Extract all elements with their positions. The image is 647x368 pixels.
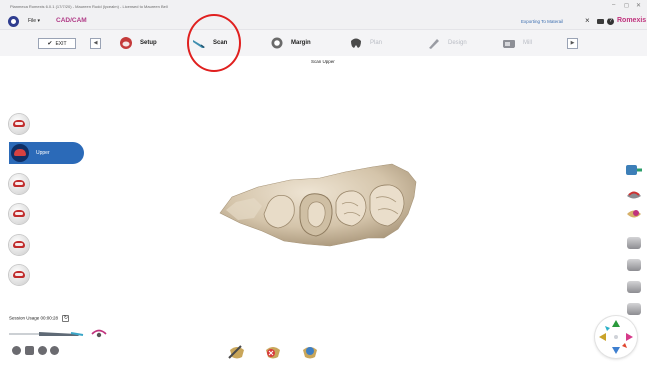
view-side-icon[interactable] <box>627 281 641 293</box>
session-usage: Session Usage 00:00:28 ↻ <box>9 315 70 322</box>
fill-holes-icon[interactable] <box>300 342 320 362</box>
trim-tool-icon[interactable] <box>227 342 247 362</box>
jaw-select-bite-left[interactable] <box>9 204 29 224</box>
delete-scan-icon[interactable] <box>263 342 283 362</box>
upper-jaw-icon <box>11 144 29 162</box>
jaw-icon <box>13 120 25 127</box>
view-front-icon[interactable] <box>627 237 641 249</box>
bite-jaw-icon <box>13 210 25 217</box>
brightness-icon[interactable] <box>38 346 47 355</box>
scan-settings-icon[interactable] <box>25 346 34 355</box>
view-top-icon[interactable] <box>627 259 641 271</box>
color-mode-icon[interactable] <box>50 346 59 355</box>
jaw-select-both[interactable] <box>9 114 29 134</box>
session-usage-time: 00:00:28 <box>40 315 59 321</box>
upper-jaw-label: Upper <box>36 150 50 156</box>
jaw-select-lower[interactable] <box>9 174 29 194</box>
scanner-device-icon <box>9 332 84 336</box>
scan-view-icon[interactable] <box>625 162 643 178</box>
refresh-icon[interactable]: ↻ <box>62 315 70 322</box>
view-bottom-icon[interactable] <box>627 303 641 315</box>
jaw-select-antagonist[interactable] <box>9 265 29 285</box>
lower-jaw-icon <box>13 180 25 187</box>
session-usage-label: Session Usage <box>9 315 40 321</box>
antagonist-jaw-icon <box>13 271 25 278</box>
scanner-tip-icon <box>91 329 107 338</box>
navigation-compass[interactable] <box>595 316 637 358</box>
settings-gear-icon[interactable] <box>12 346 21 355</box>
jaw-select-upper[interactable]: Upper <box>9 142 84 164</box>
bite-jaw-icon <box>13 241 25 248</box>
upper-jaw-3d-model[interactable] <box>0 0 647 368</box>
jaw-select-bite-right[interactable] <box>9 235 29 255</box>
texture-view-icon[interactable] <box>625 206 643 222</box>
bite-view-icon[interactable] <box>625 186 643 202</box>
